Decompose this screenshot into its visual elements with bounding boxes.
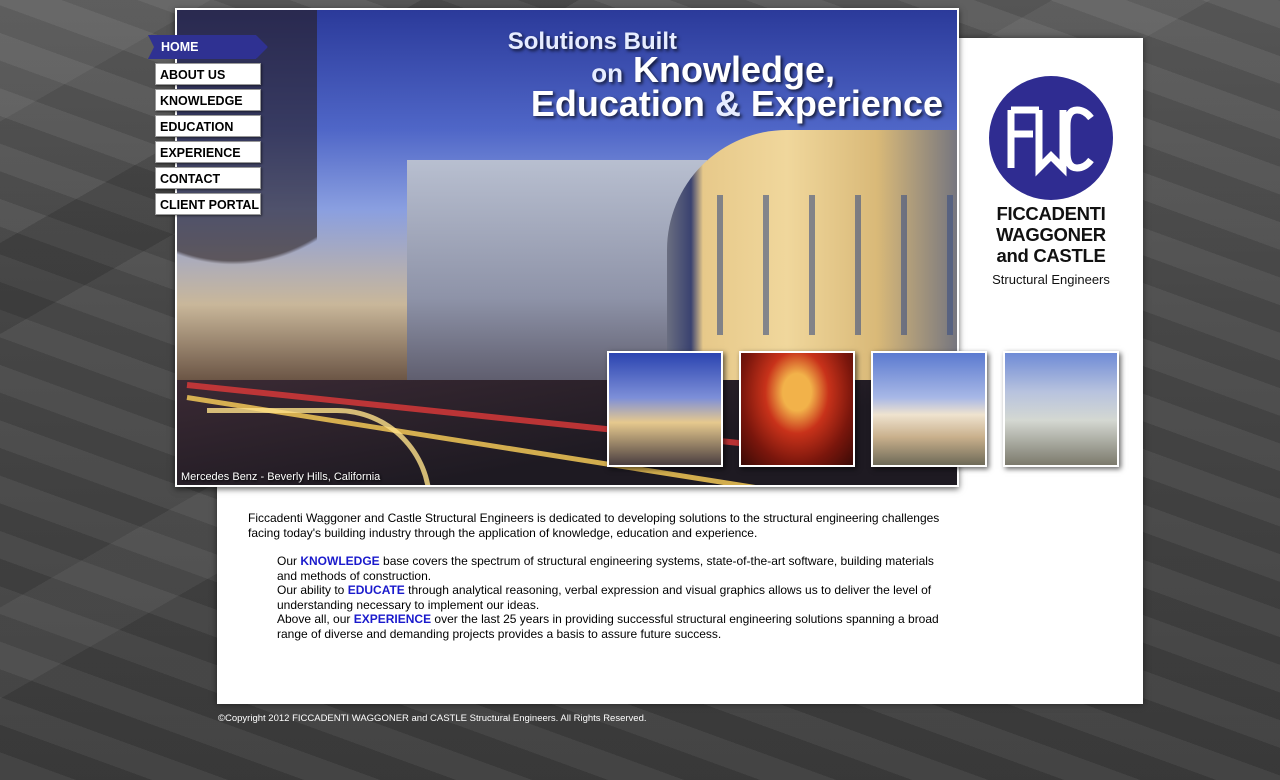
logo-name-line3: and CASTLE: [996, 245, 1106, 266]
educate-pre: Our ability to: [277, 583, 348, 597]
educate-paragraph: Our ability to EDUCATE through analytica…: [277, 583, 947, 612]
experience-pre: Above all, our: [277, 612, 354, 626]
knowledge-pre: Our: [277, 554, 301, 568]
nav-item-education[interactable]: EDUCATION: [155, 115, 261, 137]
logo-subtitle: Structural Engineers: [992, 272, 1110, 287]
knowledge-keyword: KNOWLEDGE: [300, 554, 380, 568]
logo-name: FICCADENTI WAGGONER and CASTLE: [989, 203, 1113, 266]
nav-item-contact[interactable]: CONTACT: [155, 167, 261, 189]
main-nav: HOME ABOUT US KNOWLEDGE EDUCATION EXPERI…: [148, 35, 268, 219]
intro-content: Ficcadenti Waggoner and Castle Structura…: [248, 511, 948, 641]
logo-name-line1: FICCADENTI: [996, 203, 1106, 224]
copyright-footer: ©Copyright 2012 FICCADENTI WAGGONER and …: [218, 713, 647, 724]
logo-circle: [989, 76, 1113, 200]
hero-headline: Solutions Built on Knowledge, Education …: [508, 30, 943, 122]
nav-item-home[interactable]: HOME: [148, 35, 268, 59]
hero-headline-amp: &: [714, 83, 741, 124]
thumb-building[interactable]: [607, 351, 723, 467]
nav-item-client-portal[interactable]: CLIENT PORTAL: [155, 193, 261, 215]
hero-headline-experience: Experience: [750, 83, 943, 124]
logo-monogram-icon: [1007, 106, 1094, 177]
thumb-glass-building[interactable]: [1003, 351, 1119, 467]
experience-paragraph: Above all, our EXPERIENCE over the last …: [277, 612, 947, 641]
nav-item-about-us[interactable]: ABOUT US: [155, 63, 261, 85]
thumb-hotel[interactable]: [871, 351, 987, 467]
thumb-theater[interactable]: [739, 351, 855, 467]
knowledge-paragraph: Our KNOWLEDGE base covers the spectrum o…: [277, 554, 947, 583]
capabilities-list: Our KNOWLEDGE base covers the spectrum o…: [277, 554, 947, 641]
hero-rotunda-windows: [677, 195, 957, 335]
hero-headline-education: Education: [530, 83, 705, 124]
nav-item-knowledge[interactable]: KNOWLEDGE: [155, 89, 261, 111]
company-logo[interactable]: FICCADENTI WAGGONER and CASTLE Structura…: [989, 76, 1113, 287]
hero-headline-line3: Education & Experience: [508, 86, 943, 122]
hero-caption: Mercedes Benz - Beverly Hills, Californi…: [181, 471, 381, 483]
nav-item-experience[interactable]: EXPERIENCE: [155, 141, 261, 163]
intro-paragraph: Ficcadenti Waggoner and Castle Structura…: [248, 511, 940, 540]
experience-keyword: EXPERIENCE: [353, 612, 432, 626]
logo-name-line2: WAGGONER: [996, 224, 1106, 245]
educate-keyword: EDUCATE: [347, 583, 405, 597]
